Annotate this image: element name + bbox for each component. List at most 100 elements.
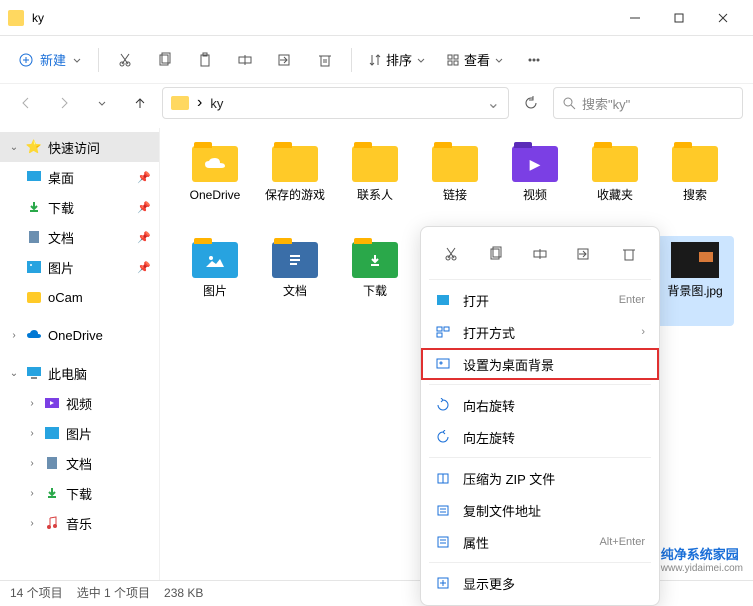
sidebar-item-downloads[interactable]: 下载📌: [0, 192, 159, 222]
file-item-folder[interactable]: 文档: [256, 236, 334, 326]
sort-label: 排序: [386, 50, 412, 69]
address-bar[interactable]: › ky ⌄: [162, 87, 509, 119]
desktop-bg-icon: [435, 356, 451, 372]
sidebar-item-music[interactable]: ›音乐: [0, 508, 159, 538]
sidebar[interactable]: ⌄⭐快速访问 桌面📌 下载📌 文档📌 图片📌 oCam ›OneDrive ⌄此…: [0, 128, 160, 580]
file-label: OneDrive: [190, 188, 241, 202]
ctx-open[interactable]: 打开Enter: [421, 284, 659, 316]
file-label: 下载: [363, 284, 387, 298]
file-item-folder[interactable]: 保存的游戏: [256, 140, 334, 230]
chevron-down-icon[interactable]: ⌄: [487, 93, 500, 113]
close-button[interactable]: [701, 2, 745, 34]
file-item-folder[interactable]: 图片: [176, 236, 254, 326]
separator: [98, 48, 99, 72]
properties-icon: [435, 534, 451, 550]
sort-button[interactable]: 排序: [360, 46, 434, 73]
share-button[interactable]: [267, 42, 303, 78]
file-item-folder[interactable]: 下载: [336, 236, 414, 326]
sidebar-item-pictures2[interactable]: ›图片: [0, 418, 159, 448]
file-item-folder[interactable]: 收藏夹: [576, 140, 654, 230]
file-label: 链接: [443, 188, 467, 202]
file-label: 文档: [283, 284, 307, 298]
pin-icon: 📌: [137, 171, 151, 184]
ctx-rename-button[interactable]: [525, 239, 555, 269]
open-with-icon: [435, 324, 451, 340]
ctx-show-more[interactable]: 显示更多: [421, 567, 659, 599]
more-icon: [435, 575, 451, 591]
chevron-right-icon: ›: [641, 326, 645, 338]
minimize-button[interactable]: [613, 2, 657, 34]
new-button[interactable]: 新建: [10, 46, 90, 73]
desktop-icon: [26, 169, 42, 185]
forward-button[interactable]: [48, 87, 80, 119]
back-button[interactable]: [10, 87, 42, 119]
file-item-folder[interactable]: 链接: [416, 140, 494, 230]
watermark-title: 纯净系统家园: [661, 544, 743, 563]
rename-button[interactable]: [227, 42, 263, 78]
file-label: 图片: [203, 284, 227, 298]
document-icon: [44, 455, 60, 471]
sidebar-item-documents[interactable]: 文档📌: [0, 222, 159, 252]
sidebar-item-pictures[interactable]: 图片📌: [0, 252, 159, 282]
breadcrumb[interactable]: ky: [210, 96, 223, 111]
ctx-delete-button[interactable]: [614, 239, 644, 269]
item-count: 14 个项目: [10, 584, 63, 601]
ctx-properties[interactable]: 属性Alt+Enter: [421, 526, 659, 558]
more-button[interactable]: [516, 42, 552, 78]
file-item-folder[interactable]: 搜索: [656, 140, 734, 230]
sidebar-item-ocam[interactable]: oCam: [0, 282, 159, 312]
file-label: 收藏夹: [597, 188, 633, 202]
zip-icon: [435, 470, 451, 486]
sidebar-item-onedrive[interactable]: ›OneDrive: [0, 320, 159, 350]
paste-button[interactable]: [187, 42, 223, 78]
sidebar-item-documents2[interactable]: ›文档: [0, 448, 159, 478]
selected-size: 238 KB: [164, 586, 203, 600]
refresh-button[interactable]: [515, 87, 547, 119]
ctx-cut-button[interactable]: [436, 239, 466, 269]
file-thumb: [671, 144, 719, 184]
ctx-rotate-left[interactable]: 向左旋转: [421, 421, 659, 453]
video-icon: [44, 395, 60, 411]
ctx-set-desktop-bg[interactable]: 设置为桌面背景: [421, 348, 659, 380]
sidebar-item-quick-access[interactable]: ⌄⭐快速访问: [0, 132, 159, 162]
file-thumb: [351, 144, 399, 184]
file-label: 保存的游戏: [265, 188, 325, 202]
ctx-rotate-right[interactable]: 向右旋转: [421, 389, 659, 421]
breadcrumb-arrow: ›: [197, 94, 202, 112]
sidebar-item-desktop[interactable]: 桌面📌: [0, 162, 159, 192]
ctx-share-button[interactable]: [569, 239, 599, 269]
view-button[interactable]: 查看: [438, 46, 512, 73]
path-icon: [435, 502, 451, 518]
file-item-folder[interactable]: OneDrive: [176, 140, 254, 230]
context-menu: 打开Enter 打开方式› 设置为桌面背景 向右旋转 向左旋转 压缩为 ZIP …: [420, 226, 660, 606]
window-title: ky: [32, 11, 613, 25]
file-label: 背景图.jpg: [667, 284, 722, 298]
file-thumb: [271, 144, 319, 184]
ctx-compress-zip[interactable]: 压缩为 ZIP 文件: [421, 462, 659, 494]
file-item-jpg[interactable]: 背景图.jpg: [656, 236, 734, 326]
maximize-button[interactable]: [657, 2, 701, 34]
copy-button[interactable]: [147, 42, 183, 78]
delete-button[interactable]: [307, 42, 343, 78]
file-item-folder[interactable]: 联系人: [336, 140, 414, 230]
ctx-copy-button[interactable]: [481, 239, 511, 269]
download-icon: [44, 485, 60, 501]
file-thumb: [191, 144, 239, 184]
search-input[interactable]: 搜索"ky": [553, 87, 743, 119]
file-thumb: [271, 240, 319, 280]
sidebar-item-this-pc[interactable]: ⌄此电脑: [0, 358, 159, 388]
document-icon: [26, 229, 42, 245]
folder-icon: [26, 289, 42, 305]
sidebar-item-downloads2[interactable]: ›下载: [0, 478, 159, 508]
ctx-copy-path[interactable]: 复制文件地址: [421, 494, 659, 526]
file-label: 视频: [523, 188, 547, 202]
up-button[interactable]: [124, 87, 156, 119]
recent-button[interactable]: [86, 87, 118, 119]
ctx-open-with[interactable]: 打开方式›: [421, 316, 659, 348]
download-icon: [26, 199, 42, 215]
toolbar: 新建 排序 查看: [0, 36, 753, 84]
sidebar-item-video[interactable]: ›视频: [0, 388, 159, 418]
navbar: › ky ⌄ 搜索"ky": [0, 84, 753, 128]
file-item-folder[interactable]: ▶视频: [496, 140, 574, 230]
cut-button[interactable]: [107, 42, 143, 78]
